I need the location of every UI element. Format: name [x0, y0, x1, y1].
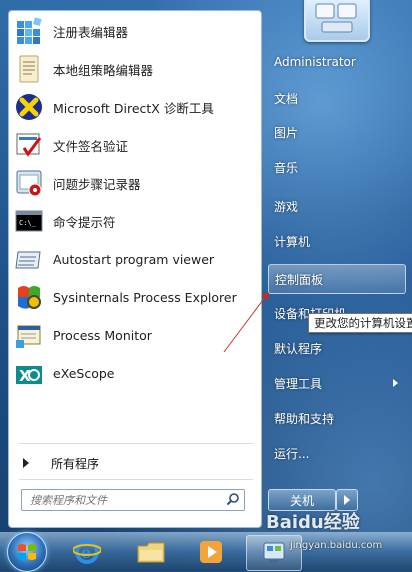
taskbar-media-player-button[interactable] — [184, 535, 238, 569]
start-menu-left-panel: 注册表编辑器 本地组策略编辑器 Microsoft DirectX 诊断工具 文… — [8, 10, 262, 528]
program-label: Sysinternals Process Explorer — [53, 289, 237, 305]
program-label: Microsoft DirectX 诊断工具 — [53, 100, 214, 116]
svg-text:C:\_: C:\_ — [19, 219, 37, 227]
divider — [19, 479, 253, 480]
right-item-music[interactable]: 音乐 — [268, 153, 404, 181]
steps-recorder-icon — [13, 167, 45, 199]
program-label: eXeScope — [53, 365, 115, 381]
watermark-logo: Baidu经验 — [266, 512, 360, 533]
registry-editor-icon — [13, 15, 45, 47]
folder-icon — [137, 542, 165, 563]
user-picture-icon — [315, 3, 357, 33]
watermark-url: jingyan.baidu.com — [290, 540, 383, 551]
search-box[interactable] — [21, 489, 245, 511]
right-item-admin-tools[interactable]: 管理工具 — [268, 369, 404, 397]
user-picture[interactable] — [304, 0, 370, 42]
right-item-label: 音乐 — [274, 160, 299, 175]
right-item-administrator[interactable]: Administrator — [268, 48, 404, 76]
exescope-icon: X — [13, 357, 45, 389]
right-item-label: 游戏 — [274, 199, 299, 214]
right-item-label: 管理工具 — [274, 376, 323, 391]
file-signature-icon — [13, 129, 45, 161]
right-item-help-and-support[interactable]: 帮助和支持 — [268, 404, 404, 432]
right-item-label: Administrator — [274, 55, 356, 69]
process-monitor-icon — [13, 319, 45, 351]
right-item-documents[interactable]: 文档 — [268, 84, 404, 112]
arrow-right-icon — [23, 458, 29, 468]
right-item-label: 控制面板 — [275, 272, 324, 287]
all-programs-button[interactable]: 所有程序 — [11, 451, 257, 475]
right-item-label: 图片 — [274, 125, 299, 140]
right-item-computer[interactable]: 计算机 — [268, 227, 404, 255]
all-programs-label: 所有程序 — [51, 456, 100, 471]
program-label: 命令提示符 — [53, 214, 116, 230]
autostart-icon — [13, 243, 45, 275]
right-item-label: 帮助和支持 — [274, 411, 335, 426]
annotation-arrow-icon — [223, 293, 269, 353]
search-input[interactable] — [28, 492, 222, 508]
right-item-default-programs[interactable]: 默认程序 — [268, 334, 404, 362]
program-label: 本地组策略编辑器 — [53, 62, 154, 78]
right-item-run[interactable]: 运行... — [268, 439, 404, 467]
taskbar-explorer-button[interactable] — [124, 535, 178, 569]
control-panel-icon — [263, 542, 285, 563]
program-registry-editor[interactable]: 注册表编辑器 — [11, 13, 257, 49]
right-item-label: 运行... — [274, 446, 310, 461]
tooltip: 更改您的计算机设置 — [308, 313, 412, 333]
right-item-control-panel[interactable]: 控制面板 — [268, 264, 406, 294]
right-item-pictures[interactable]: 图片 — [268, 118, 404, 146]
right-item-games[interactable]: 游戏 — [268, 192, 404, 220]
taskbar-ie-button[interactable]: e — [60, 535, 114, 569]
internet-explorer-icon: e — [73, 540, 101, 564]
program-label: 注册表编辑器 — [53, 24, 129, 40]
program-label: 文件签名验证 — [53, 138, 129, 154]
right-item-label: 默认程序 — [274, 341, 323, 356]
program-group-policy-editor[interactable]: 本地组策略编辑器 — [11, 51, 257, 87]
program-autostart-viewer[interactable]: Autostart program viewer — [11, 241, 257, 277]
arrow-right-icon — [393, 379, 398, 387]
right-item-label: 计算机 — [274, 234, 311, 249]
program-command-prompt[interactable]: C:\_ 命令提示符 — [11, 203, 257, 239]
program-exescope[interactable]: X eXeScope — [11, 355, 257, 391]
program-label: Process Monitor — [53, 327, 152, 343]
program-label: 问题步骤记录器 — [53, 176, 141, 192]
program-label: Autostart program viewer — [53, 251, 215, 267]
media-player-icon — [200, 541, 222, 563]
windows-logo-icon — [18, 544, 36, 560]
right-item-label: 文档 — [274, 91, 299, 106]
search-icon[interactable] — [226, 492, 240, 509]
divider — [19, 443, 253, 444]
directx-icon — [13, 91, 45, 123]
program-file-signature-verification[interactable]: 文件签名验证 — [11, 127, 257, 163]
program-steps-recorder[interactable]: 问题步骤记录器 — [11, 165, 257, 201]
start-button[interactable] — [7, 532, 47, 572]
command-prompt-icon: C:\_ — [13, 205, 45, 237]
process-explorer-icon — [13, 281, 45, 313]
program-directx-diagnostic[interactable]: Microsoft DirectX 诊断工具 — [11, 89, 257, 125]
group-policy-icon — [13, 53, 45, 85]
